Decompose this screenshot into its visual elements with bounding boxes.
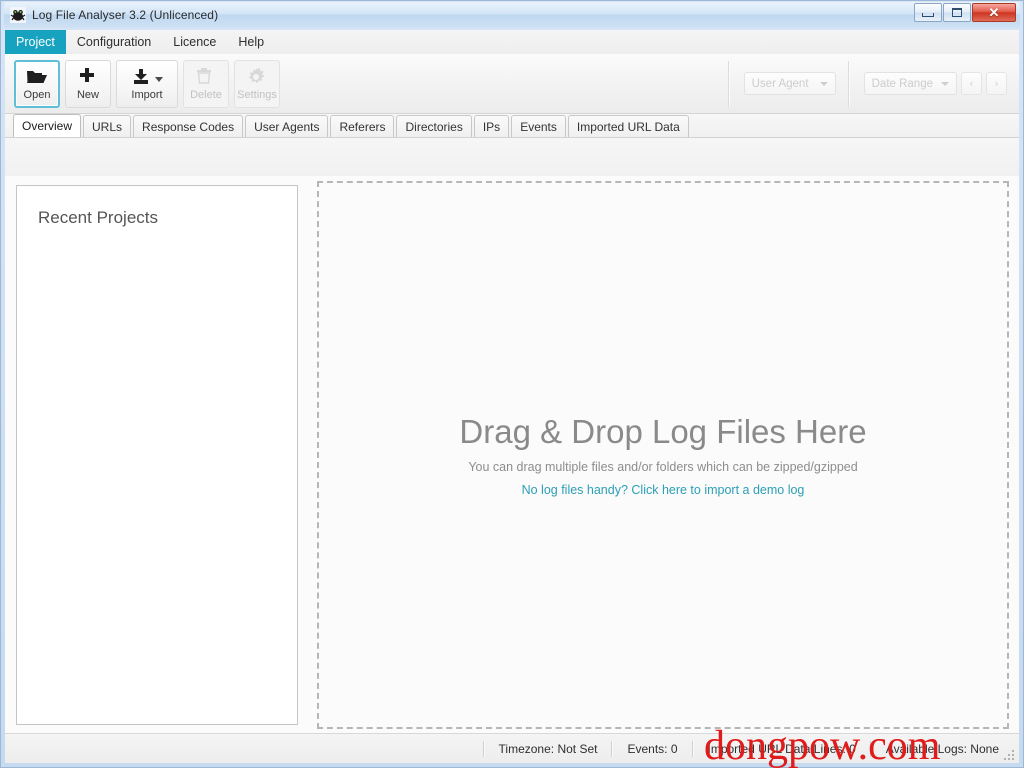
tab-response-codes[interactable]: Response Codes <box>133 115 244 137</box>
settings-button: Settings <box>234 59 280 108</box>
minimize-button[interactable] <box>914 3 942 22</box>
status-imported-url-data-lines: Imported URL Data Lines: 0 <box>707 741 856 756</box>
tab-directories[interactable]: Directories <box>396 115 472 137</box>
status-available-logs: Available Logs: None <box>885 741 999 756</box>
title-bar: Log File Analyser 3.2 (Unlicenced) ✕ <box>4 2 1020 28</box>
settings-button-label: Settings <box>237 88 277 101</box>
log-file-dropzone[interactable]: Drag & Drop Log Files Here You can drag … <box>317 181 1009 729</box>
new-button[interactable]: New <box>65 59 111 108</box>
menu-item-label: Licence <box>173 35 217 49</box>
import-button[interactable]: Import <box>116 59 178 108</box>
date-range-filter: Date Range <box>863 72 957 95</box>
trash-icon <box>195 67 217 87</box>
tab-label: User Agents <box>254 119 320 134</box>
date-range-filter-label: Date Range <box>871 77 933 90</box>
import-download-icon <box>134 68 148 84</box>
resize-grip[interactable] <box>1002 748 1014 760</box>
tab-ips[interactable]: IPs <box>473 115 510 137</box>
date-range-prev-button: ‹ <box>961 72 982 95</box>
chevron-left-icon: ‹ <box>969 77 974 90</box>
chevron-down-icon[interactable] <box>155 77 163 82</box>
menu-bar: Project Configuration Licence Help <box>5 30 1019 55</box>
gear-icon <box>246 67 268 87</box>
recent-projects-title: Recent Projects <box>38 208 158 227</box>
toolbar-separator <box>847 60 850 107</box>
tab-label: Imported URL Data <box>576 119 680 134</box>
tab-events[interactable]: Events <box>511 115 566 137</box>
application-window: Log File Analyser 3.2 (Unlicenced) ✕ Pro… <box>0 0 1024 768</box>
content-area: Recent Projects Drag & Drop Log Files He… <box>5 176 1019 733</box>
menu-item-project[interactable]: Project <box>5 30 66 54</box>
chevron-down-icon <box>819 81 828 86</box>
dropzone-title: Drag & Drop Log Files Here <box>459 413 867 450</box>
toolbar-separator <box>727 60 730 107</box>
menu-item-licence[interactable]: Licence <box>162 30 227 54</box>
import-button-label: Import <box>131 88 163 101</box>
toolbar-filter-group: User Agent Date Range ‹ › <box>722 60 1019 107</box>
menu-item-label: Help <box>238 35 265 49</box>
tab-label: IPs <box>482 119 501 134</box>
maximize-icon <box>952 8 962 17</box>
import-button-icons <box>131 67 163 87</box>
delete-button-label: Delete <box>190 88 222 101</box>
folder-open-icon <box>26 67 48 87</box>
tab-user-agents[interactable]: User Agents <box>245 115 329 137</box>
tab-label: Events <box>520 119 557 134</box>
menu-item-label: Configuration <box>76 35 152 49</box>
status-timezone: Timezone: Not Set <box>498 741 598 756</box>
window-title: Log File Analyser 3.2 (Unlicenced) <box>32 8 219 22</box>
main-toolbar: Open New Import Delete Settings User Age… <box>5 54 1019 114</box>
chevron-down-icon <box>941 81 949 86</box>
import-demo-log-link[interactable]: No log files handy? Click here to import… <box>522 483 805 497</box>
sub-toolbar-band <box>5 138 1019 177</box>
toolbar-primary-group: Open New Import Delete Settings <box>5 59 280 108</box>
close-button[interactable]: ✕ <box>972 3 1016 22</box>
recent-projects-panel: Recent Projects <box>16 185 298 725</box>
tab-imported-url-data[interactable]: Imported URL Data <box>567 115 689 137</box>
status-bar: Timezone: Not Set Events: 0 Imported URL… <box>5 733 1019 763</box>
plus-icon <box>77 67 99 87</box>
tab-urls[interactable]: URLs <box>83 115 132 137</box>
tab-bar: Overview URLs Response Codes User Agents… <box>5 114 1019 138</box>
tab-label: Directories <box>405 119 463 134</box>
user-agent-filter-label: User Agent <box>751 77 809 90</box>
tab-overview[interactable]: Overview <box>13 114 82 137</box>
delete-button: Delete <box>183 59 229 108</box>
user-agent-filter: User Agent <box>743 72 836 95</box>
tab-label: URLs <box>92 119 123 134</box>
tab-referers[interactable]: Referers <box>330 115 395 137</box>
tab-label: Referers <box>339 119 386 134</box>
open-button-label: Open <box>23 88 51 101</box>
minimize-icon <box>922 13 934 17</box>
date-range-next-button: › <box>986 72 1007 95</box>
status-events: Events: 0 <box>627 741 678 756</box>
window-controls: ✕ <box>914 3 1016 22</box>
maximize-button[interactable] <box>943 3 971 22</box>
open-button[interactable]: Open <box>14 59 60 108</box>
new-button-label: New <box>76 88 99 101</box>
dropzone-subtitle: You can drag multiple files and/or folde… <box>468 460 858 474</box>
menu-item-configuration[interactable]: Configuration <box>66 30 162 54</box>
chevron-right-icon: › <box>994 77 999 90</box>
tab-label: Response Codes <box>142 119 235 134</box>
close-icon: ✕ <box>988 5 1000 20</box>
menu-item-label: Project <box>16 35 55 49</box>
menu-item-help[interactable]: Help <box>227 30 275 54</box>
tab-label: Overview <box>22 119 73 133</box>
frog-logo-icon <box>10 7 26 23</box>
